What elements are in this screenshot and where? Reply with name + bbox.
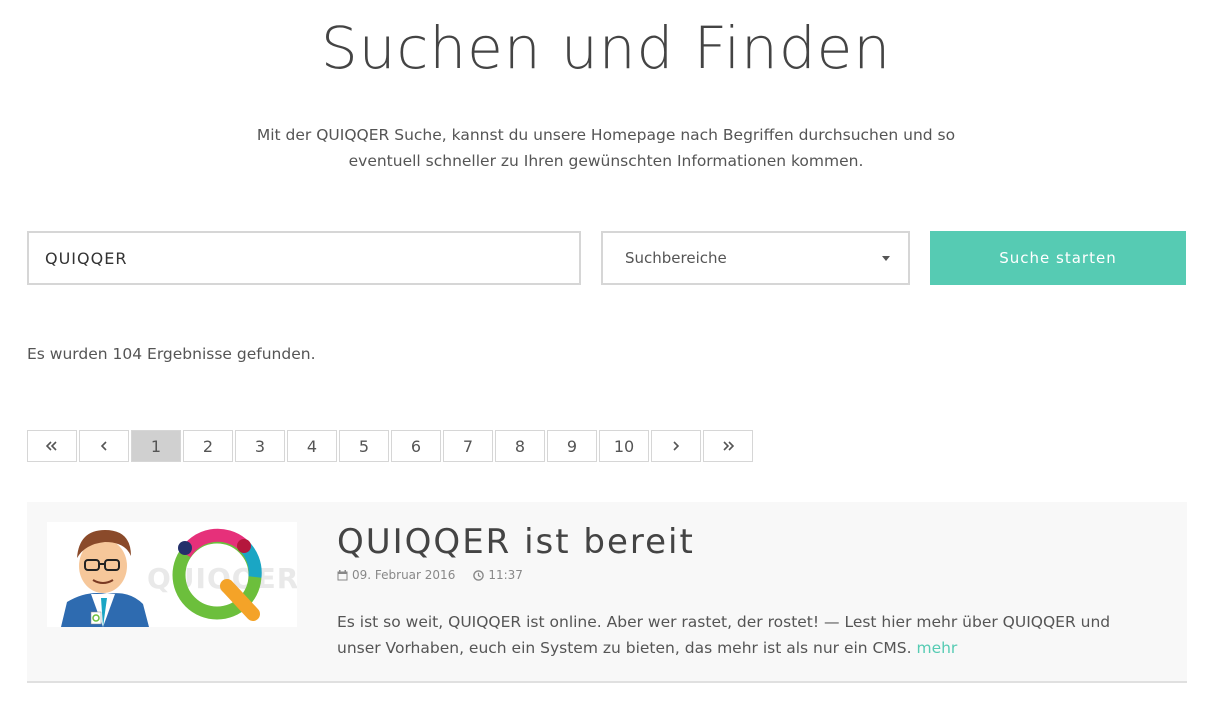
result-date-text: 09. Februar 2016 [352, 568, 456, 582]
page-button-9[interactable]: 9 [547, 430, 597, 462]
chevron-right-icon [673, 441, 680, 451]
pagination: 1 2 3 4 5 6 7 8 9 10 [27, 430, 753, 462]
chevron-left-icon [100, 441, 107, 451]
search-start-button[interactable]: Suche starten [930, 231, 1186, 285]
page-button-3[interactable]: 3 [235, 430, 285, 462]
search-result-item: QUIQQER QUIQQER ist bereit 09. Februar 2… [27, 502, 1187, 683]
more-link[interactable]: mehr [916, 639, 957, 657]
double-chevron-right-icon [723, 441, 734, 451]
search-areas-select[interactable]: Suchbereiche [601, 231, 910, 285]
result-excerpt-text: Es ist so weit, QUIQQER ist online. Aber… [337, 613, 1111, 657]
caret-down-icon [882, 255, 890, 261]
double-chevron-left-icon [46, 441, 57, 451]
page-prev-button[interactable] [79, 430, 129, 462]
page-button-4[interactable]: 4 [287, 430, 337, 462]
result-title[interactable]: QUIQQER ist bereit [337, 522, 695, 562]
result-thumbnail[interactable]: QUIQQER [47, 522, 297, 627]
intro-text: Mit der QUIQQER Suche, kannst du unsere … [256, 126, 956, 170]
search-input[interactable] [27, 231, 581, 285]
page-button-10[interactable]: 10 [599, 430, 649, 462]
page-button-6[interactable]: 6 [391, 430, 441, 462]
page-button-5[interactable]: 5 [339, 430, 389, 462]
page-first-button[interactable] [27, 430, 77, 462]
page-button-1[interactable]: 1 [131, 430, 181, 462]
page-button-8[interactable]: 8 [495, 430, 545, 462]
calendar-icon [337, 569, 348, 580]
result-time-text: 11:37 [488, 568, 523, 582]
page-button-2[interactable]: 2 [183, 430, 233, 462]
page-last-button[interactable] [703, 430, 753, 462]
result-excerpt: Es ist so weit, QUIQQER ist online. Aber… [337, 609, 1137, 661]
page-title: Suchen und Finden [320, 14, 892, 82]
page-button-7[interactable]: 7 [443, 430, 493, 462]
search-areas-label: Suchbereiche [625, 249, 727, 267]
result-time: 11:37 [473, 568, 523, 582]
clock-icon [473, 569, 485, 581]
quiqqer-mascot-image: QUIQQER [61, 528, 297, 627]
result-date: 09. Februar 2016 [337, 568, 455, 582]
result-meta: 09. Februar 2016 11:37 [337, 568, 523, 582]
result-count: Es wurden 104 Ergebnisse gefunden. [27, 345, 316, 363]
page-next-button[interactable] [651, 430, 701, 462]
